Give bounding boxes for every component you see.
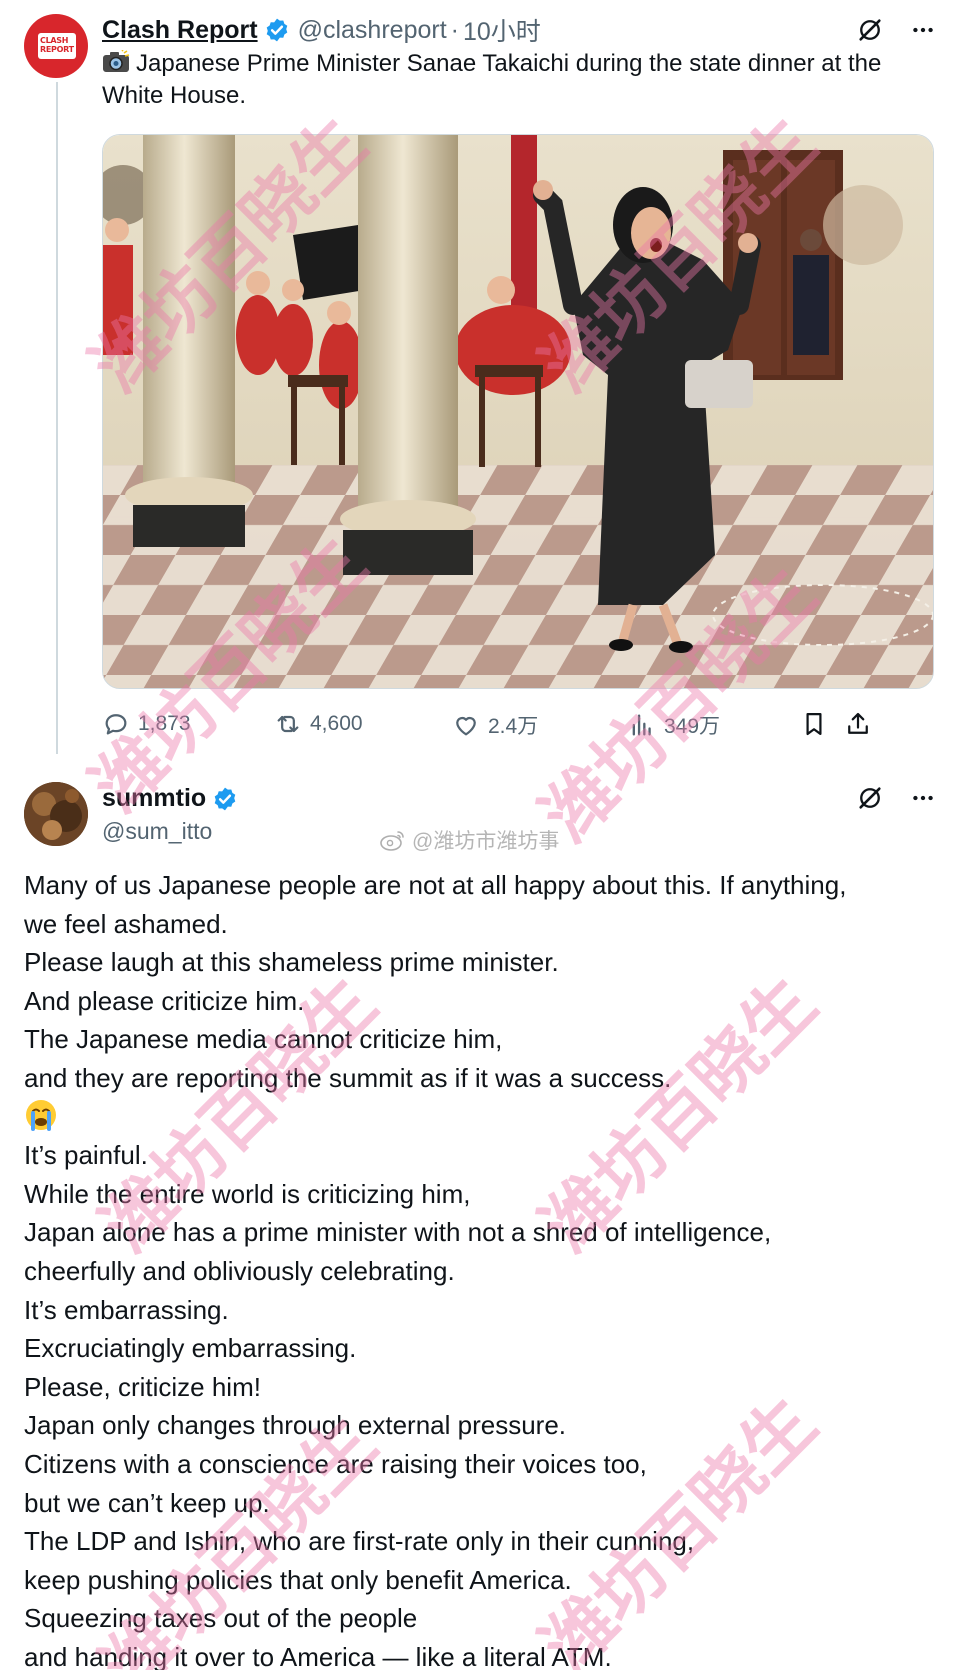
camera-emoji-icon bbox=[103, 50, 130, 72]
share-button[interactable] bbox=[844, 710, 872, 738]
text-line: The LDP and Ishin, who are first-rate on… bbox=[24, 1526, 695, 1557]
text-line: Excruciatingly embarrassing. bbox=[24, 1333, 357, 1364]
post-timestamp[interactable]: 10小时 bbox=[463, 12, 541, 48]
avatar-logo-text: CLASH REPORT bbox=[40, 36, 74, 54]
weibo-icon bbox=[380, 831, 404, 851]
verified-badge-icon bbox=[214, 787, 236, 810]
text-line: keep pushing policies that only benefit … bbox=[24, 1564, 572, 1595]
post-photo[interactable] bbox=[102, 134, 934, 689]
author-name[interactable]: Clash Report bbox=[102, 16, 258, 45]
post-header-actions bbox=[856, 784, 936, 812]
emoji-line bbox=[24, 1098, 954, 1137]
text-line: and they are reporting the summit as if … bbox=[24, 1062, 672, 1093]
text-line: Citizens with a conscience are raising t… bbox=[24, 1448, 647, 1479]
text-line: Japan only changes through external pres… bbox=[24, 1410, 567, 1441]
post-text-content: Japanese Prime Minister Sanae Takaichi d… bbox=[102, 50, 882, 109]
separator-dot: · bbox=[450, 15, 459, 44]
text-line: Japan alone has a prime minister with no… bbox=[24, 1217, 772, 1248]
reply-count: 1,873 bbox=[138, 712, 191, 735]
text-line: The Japanese media cannot criticize him, bbox=[24, 1024, 503, 1055]
author-name[interactable]: summtio bbox=[102, 784, 206, 813]
author-handle[interactable]: @sum_itto bbox=[102, 818, 212, 845]
repost-button[interactable]: 4,600 bbox=[274, 710, 363, 738]
post-header-actions bbox=[856, 16, 936, 44]
bookmark-button[interactable] bbox=[800, 710, 828, 738]
post-text: Many of us Japanese people are not at al… bbox=[24, 866, 954, 1670]
text-line: Squeezing taxes out of the people bbox=[24, 1603, 418, 1634]
text-line: and handing it over to America — like a … bbox=[24, 1641, 612, 1670]
text-line: While the entire world is criticizing hi… bbox=[24, 1178, 471, 1209]
views-count: 349万 bbox=[664, 715, 721, 738]
text-line: cheerfully and obliviously celebrating. bbox=[24, 1255, 455, 1286]
text-line: It’s painful. bbox=[24, 1140, 148, 1171]
reply-icon bbox=[105, 714, 127, 735]
text-line: And please criticize him. bbox=[24, 985, 305, 1016]
repost-count: 4,600 bbox=[310, 712, 363, 735]
quoted-post[interactable]: CLASH REPORT Clash Report @clashreport ·… bbox=[0, 0, 966, 760]
text-line: we feel ashamed. bbox=[24, 908, 228, 939]
views-icon bbox=[632, 714, 651, 736]
author-name-row: summtio bbox=[102, 784, 246, 813]
avatar-clash-report[interactable]: CLASH REPORT bbox=[24, 14, 88, 78]
avatar-image bbox=[24, 782, 88, 846]
thread-connector-line bbox=[56, 82, 58, 754]
share-icon bbox=[848, 712, 868, 734]
weibo-watermark-text: @潍坊市潍坊事 bbox=[412, 830, 560, 853]
author-handle[interactable]: @clashreport bbox=[298, 16, 447, 45]
grok-icon[interactable] bbox=[856, 784, 884, 812]
crying-emoji-icon bbox=[26, 1099, 56, 1131]
like-count: 2.4万 bbox=[488, 715, 539, 738]
reply-post[interactable]: summtio @sum_itto Many of us Japanese pe… bbox=[0, 760, 966, 1670]
views-button[interactable]: 349万 bbox=[628, 710, 720, 740]
more-icon[interactable] bbox=[910, 17, 936, 43]
avatar-summtio[interactable] bbox=[24, 782, 88, 846]
bookmark-icon bbox=[806, 712, 822, 736]
reply-button[interactable]: 1,873 bbox=[102, 710, 191, 738]
more-icon[interactable] bbox=[910, 785, 936, 811]
text-line: Please, criticize him! bbox=[24, 1371, 261, 1402]
like-icon bbox=[456, 717, 476, 736]
verified-badge-icon bbox=[266, 18, 287, 42]
state-dinner-photo bbox=[103, 135, 933, 688]
text-line: Many of us Japanese people are not at al… bbox=[24, 870, 847, 900]
grok-icon[interactable] bbox=[856, 16, 884, 44]
text-line: It’s embarrassing. bbox=[24, 1294, 229, 1325]
text-line: Please laugh at this shameless prime min… bbox=[24, 947, 559, 978]
repost-icon bbox=[277, 715, 299, 733]
post-header: Clash Report @clashreport · 10小时 bbox=[102, 12, 541, 48]
text-line: but we can’t keep up. bbox=[24, 1487, 270, 1518]
weibo-watermark: @潍坊市潍坊事 bbox=[380, 825, 559, 855]
post-text: Japanese Prime Minister Sanae Takaichi d… bbox=[102, 48, 932, 112]
like-button[interactable]: 2.4万 bbox=[452, 710, 538, 740]
post-actions-bar: 1,873 4,600 2.4万 349万 bbox=[102, 710, 942, 746]
